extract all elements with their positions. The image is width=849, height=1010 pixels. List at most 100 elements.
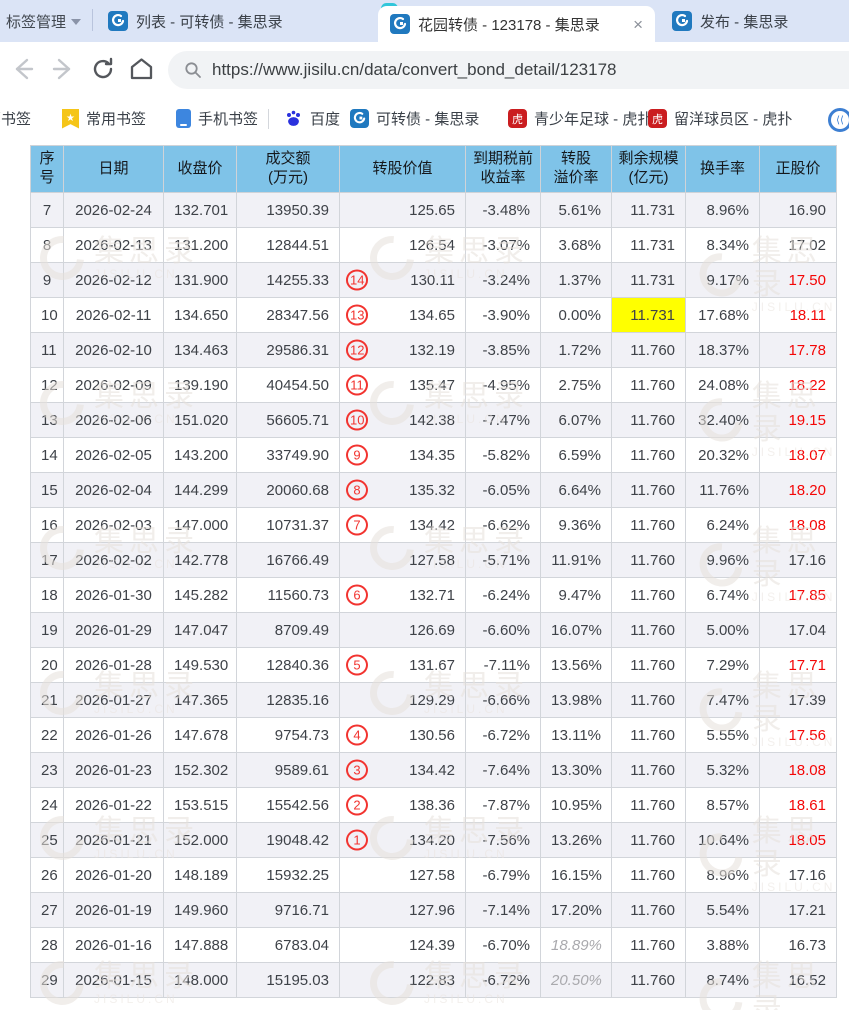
cell-turnover-rate: 24.08%	[685, 367, 760, 403]
cell-ytm: -6.70%	[465, 927, 541, 963]
cell-ytm: -3.85%	[465, 332, 541, 368]
tab-close-icon[interactable]: ×	[633, 16, 643, 33]
redemption-count-badge: 8	[346, 479, 368, 501]
tab-title: 列表 - 可转债 - 集思录	[136, 13, 283, 31]
cell-remaining-size: 11.731	[611, 227, 686, 263]
convert-value: 126.54	[409, 236, 455, 254]
redemption-count-badge: 10	[346, 409, 369, 431]
cell-ytm: -3.24%	[465, 262, 541, 298]
cell-convert-value: 10 142.38	[339, 402, 466, 438]
url-text[interactable]: https://www.jisilu.cn/data/convert_bond_…	[212, 60, 616, 80]
cell-amount: 12835.16	[236, 682, 340, 718]
cell-close-price: 147.365	[163, 682, 237, 718]
bookmark-label: 可转债 - 集思录	[376, 111, 480, 128]
cell-premium-rate: 13.30%	[540, 752, 612, 788]
cell-premium-rate: 9.36%	[540, 507, 612, 543]
cell-ytm: -6.66%	[465, 682, 541, 718]
cell-remaining-size: 11.760	[611, 332, 686, 368]
bookmark-mobile[interactable]: 手机书签	[176, 108, 258, 129]
cell-amount: 6783.04	[236, 927, 340, 963]
browser-window: 标签管理 列表 - 可转债 - 集思录 花园转债 - 123178 - 集思录 …	[0, 0, 849, 1010]
cell-amount: 16766.49	[236, 542, 340, 578]
cell-date: 2026-02-05	[63, 437, 164, 473]
tab-publish[interactable]: 发布 - 集思录	[672, 0, 788, 42]
reload-icon[interactable]	[90, 56, 116, 82]
tab-manager-button[interactable]: 标签管理	[6, 11, 82, 32]
cell-amount: 12844.51	[236, 227, 340, 263]
cell-premium-rate: 18.89%	[540, 927, 612, 963]
redemption-count-badge: 3	[346, 759, 368, 781]
cell-premium-rate: 2.75%	[540, 367, 612, 403]
cell-premium-rate: 3.68%	[540, 227, 612, 263]
cell-turnover-rate: 6.24%	[685, 507, 760, 543]
table-header-row: 序 号 日期 收盘价 成交额 (万元) 转股价值 到期税前 收益率 转股 溢价率…	[30, 145, 837, 193]
bookmark-hupu-youth[interactable]: 虎 青少年足球 - 虎扑	[508, 108, 652, 129]
bookmark-all[interactable]: 部书签	[0, 108, 31, 129]
cell-remaining-size: 11.760	[611, 752, 686, 788]
tab-bond-detail-active[interactable]: 花园转债 - 123178 - 集思录 ×	[378, 6, 655, 42]
tab-title: 发布 - 集思录	[700, 13, 789, 31]
cell-amount: 15932.25	[236, 857, 340, 893]
table-row: 20 2026-01-28 149.530 12840.36 5 131.67 -7.11%…	[30, 647, 837, 683]
cell-convert-value: 5 131.67	[339, 647, 466, 683]
table-row: 19 2026-01-29 147.047 8709.49 126.69 -6.60% 16…	[30, 612, 837, 648]
home-icon[interactable]	[128, 56, 155, 82]
cell-turnover-rate: 8.34%	[685, 227, 760, 263]
cell-index: 13	[30, 402, 64, 438]
forward-icon[interactable]	[50, 56, 76, 82]
cell-remaining-size: 11.760	[611, 402, 686, 438]
cell-index: 12	[30, 367, 64, 403]
col-header-remaining-size: 剩余规模 (亿元)	[611, 145, 686, 193]
table-row: 17 2026-02-02 142.778 16766.49 127.58 -5.71% 1…	[30, 542, 837, 578]
table-row: 16 2026-02-03 147.000 10731.37 7 134.42 -6.62%…	[30, 507, 837, 543]
cell-stock-price: 18.07	[759, 437, 837, 473]
bookmark-jisilu-cb[interactable]: 可转债 - 集思录	[350, 108, 479, 129]
circle-logo-icon: ⟨⟨	[828, 108, 849, 132]
cell-stock-price: 18.08	[759, 752, 837, 788]
bookmark-baidu[interactable]: 百度	[284, 108, 340, 129]
table-row: 8 2026-02-13 131.200 12844.51 126.54 -3.07% 3.…	[30, 227, 837, 263]
convert-value: 122.83	[409, 971, 455, 989]
back-icon[interactable]	[10, 56, 36, 82]
cell-date: 2026-01-30	[63, 577, 164, 613]
tab-bond-list[interactable]: 列表 - 可转债 - 集思录	[108, 0, 283, 42]
cell-close-price: 134.463	[163, 332, 237, 368]
cell-stock-price: 17.78	[759, 332, 837, 368]
redemption-count-badge: 7	[346, 514, 368, 536]
cell-turnover-rate: 5.54%	[685, 892, 760, 928]
cell-convert-value: 127.96	[339, 892, 466, 928]
cell-index: 15	[30, 472, 64, 508]
cell-convert-value: 6 132.71	[339, 577, 466, 613]
cell-close-price: 148.189	[163, 857, 237, 893]
cell-convert-value: 129.29	[339, 682, 466, 718]
cell-close-price: 131.200	[163, 227, 237, 263]
cell-ytm: -6.79%	[465, 857, 541, 893]
convert-value: 138.36	[409, 796, 455, 814]
cell-index: 8	[30, 227, 64, 263]
bookmark-favorites[interactable]: ★ 常用书签	[62, 108, 146, 129]
bookmark-hupu-overseas[interactable]: 虎 留洋球员区 - 虎扑	[648, 108, 792, 129]
bookmark-overflow[interactable]: ⟨⟨	[828, 108, 849, 132]
table-row: 13 2026-02-06 151.020 56605.71 10 142.38 -7.47…	[30, 402, 837, 438]
cell-premium-rate: 13.98%	[540, 682, 612, 718]
baidu-icon	[284, 109, 303, 128]
cell-date: 2026-01-29	[63, 612, 164, 648]
table-row: 26 2026-01-20 148.189 15932.25 127.58 -6.79% 1…	[30, 857, 837, 893]
cell-ytm: -6.72%	[465, 717, 541, 753]
convert-value: 134.42	[409, 516, 455, 534]
cell-amount: 56605.71	[236, 402, 340, 438]
cell-close-price: 151.020	[163, 402, 237, 438]
cell-date: 2026-01-26	[63, 717, 164, 753]
cell-stock-price: 18.61	[759, 787, 837, 823]
col-header-turnover: 换手率	[685, 145, 760, 193]
cell-turnover-rate: 8.96%	[685, 857, 760, 893]
cell-index: 24	[30, 787, 64, 823]
cell-remaining-size: 11.760	[611, 787, 686, 823]
cell-close-price: 147.000	[163, 507, 237, 543]
cell-convert-value: 4 130.56	[339, 717, 466, 753]
cell-close-price: 147.678	[163, 717, 237, 753]
url-bar[interactable]: https://www.jisilu.cn/data/convert_bond_…	[168, 51, 849, 89]
cell-convert-value: 122.83	[339, 962, 466, 998]
cell-ytm: -6.05%	[465, 472, 541, 508]
cell-remaining-size: 11.731	[611, 297, 686, 333]
